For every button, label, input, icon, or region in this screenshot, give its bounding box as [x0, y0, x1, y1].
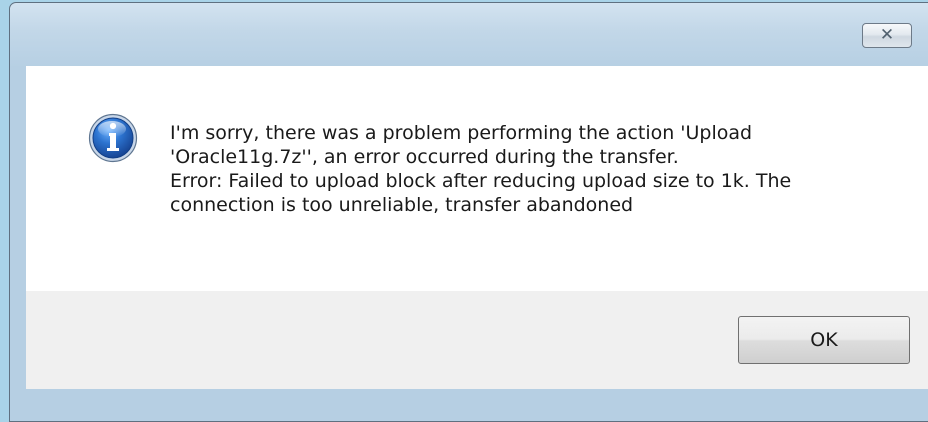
message-line: connection is too unreliable, transfer a… [170, 194, 634, 216]
dialog-title-bar[interactable]: ✕ [10, 3, 928, 67]
close-button[interactable]: ✕ [862, 23, 912, 48]
error-dialog-window: ✕ I'm sorry, there was a problem perform… [9, 2, 928, 422]
dialog-content: I'm sorry, there was a problem performin… [26, 66, 928, 291]
info-icon [88, 113, 138, 163]
close-icon: ✕ [879, 25, 895, 45]
message-line: 'Oracle11g.7z'', an error occurred durin… [170, 146, 679, 168]
ok-button[interactable]: OK [738, 316, 910, 364]
ok-button-label: OK [810, 329, 838, 351]
message-line: I'm sorry, there was a problem performin… [170, 122, 753, 144]
message-line: Error: Failed to upload block after redu… [170, 170, 792, 192]
error-message: I'm sorry, there was a problem performin… [170, 121, 910, 217]
dialog-footer: OK [26, 291, 928, 389]
